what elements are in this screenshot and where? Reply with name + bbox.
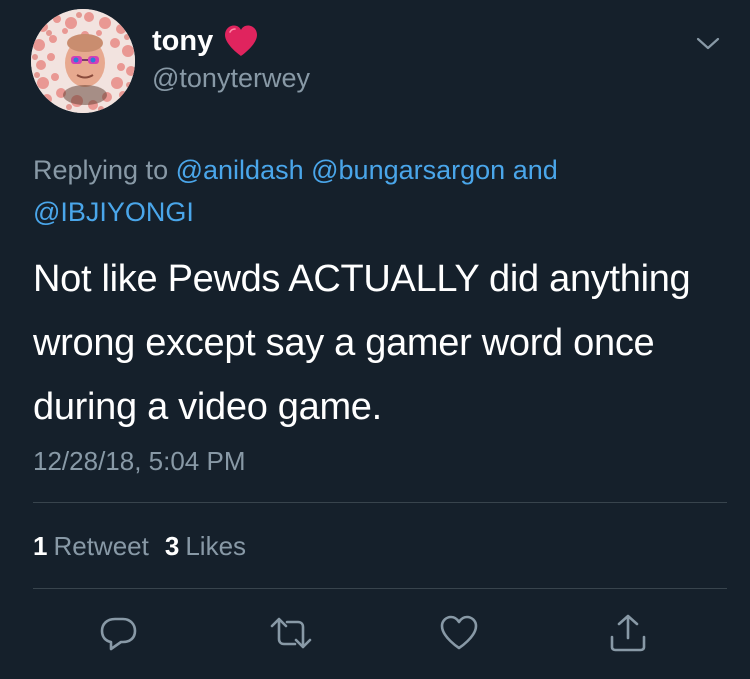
display-name: tony: [152, 25, 214, 57]
retweet-icon[interactable]: [269, 611, 313, 655]
heart-icon[interactable]: [437, 611, 481, 655]
avatar-image: [31, 9, 135, 113]
mention-conjunction[interactable]: and: [513, 155, 558, 185]
mention-link[interactable]: @IBJIYONGI: [33, 197, 194, 227]
tweet-actions-bar: [0, 611, 750, 655]
mention-link[interactable]: @bungarsargon: [311, 155, 505, 185]
author-name-row[interactable]: tony: [152, 22, 259, 60]
like-label: Likes: [185, 531, 247, 561]
avatar[interactable]: [31, 9, 135, 113]
chevron-down-icon[interactable]: [694, 31, 722, 55]
tweet-timestamp: 12/28/18, 5:04 PM: [33, 446, 246, 476]
heart-emoji-icon: [225, 25, 258, 56]
like-count: 3: [164, 531, 180, 561]
user-handle[interactable]: @tonyterwey: [152, 60, 310, 96]
reply-icon[interactable]: [97, 611, 141, 655]
mention-link[interactable]: @anildash: [176, 155, 304, 185]
like-count-link[interactable]: 3 Likes: [165, 528, 246, 564]
replying-prefix: Replying to: [33, 155, 169, 185]
tweet-text: Not like Pewds ACTUALLY did anything wro…: [33, 258, 691, 428]
share-icon[interactable]: [606, 611, 650, 655]
divider: [33, 502, 727, 503]
reply-context: Replying to @anildash @bungarsargon and …: [33, 149, 693, 233]
retweet-count-link[interactable]: 1 Retweet: [33, 528, 149, 564]
retweet-count: 1: [33, 531, 48, 561]
engagement-stats: 1 Retweet 3 Likes: [33, 528, 246, 564]
divider: [33, 588, 727, 589]
tweet-detail: tony @tonyterwey Replying to @anildash @…: [0, 0, 750, 679]
retweet-label: Retweet: [53, 531, 149, 561]
